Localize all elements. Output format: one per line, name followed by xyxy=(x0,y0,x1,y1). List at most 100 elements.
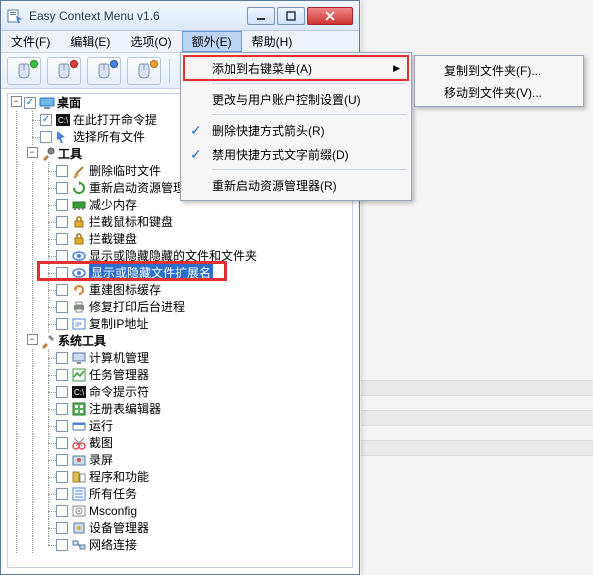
tree-row[interactable]: 网络连接 xyxy=(8,536,352,553)
app-icon xyxy=(7,8,23,24)
tree-checkbox[interactable] xyxy=(56,386,68,398)
tree-item-label: 减少内存 xyxy=(89,196,137,213)
tree-checkbox[interactable] xyxy=(56,420,68,432)
tree-row[interactable]: 注册表编辑器 xyxy=(8,400,352,417)
tree-checkbox[interactable] xyxy=(40,114,52,126)
tree-checkbox[interactable] xyxy=(56,182,68,194)
toolbar-button-3[interactable] xyxy=(87,57,121,85)
tree-row[interactable]: 重建图标缓存 xyxy=(8,281,352,298)
tree-checkbox[interactable] xyxy=(56,454,68,466)
refresh-icon xyxy=(71,282,87,298)
maximize-button[interactable] xyxy=(277,7,305,25)
menu-item[interactable]: 更改与用户账户控制设置(U) xyxy=(184,87,408,111)
toolbar-button-1[interactable] xyxy=(7,57,41,85)
svg-text:C:\: C:\ xyxy=(74,388,85,397)
tree-checkbox[interactable] xyxy=(56,165,68,177)
tree-row[interactable]: − 系统工具 xyxy=(8,332,352,349)
tree-row[interactable]: 拦截键盘 xyxy=(8,230,352,247)
tree-checkbox[interactable] xyxy=(56,318,68,330)
tree-checkbox[interactable] xyxy=(56,471,68,483)
tree-item-label: 桌面 xyxy=(57,94,81,111)
select-icon xyxy=(55,129,71,145)
systools-icon xyxy=(40,333,56,349)
record-icon xyxy=(71,452,87,468)
tree-checkbox[interactable] xyxy=(56,369,68,381)
tree-item-label: 重建图标缓存 xyxy=(89,281,161,298)
tree-row[interactable]: 截图 xyxy=(8,434,352,451)
tree-row[interactable]: 显示或隐藏隐藏的文件和文件夹 xyxy=(8,247,352,264)
tree-expander[interactable]: − xyxy=(11,96,22,107)
tree-item-label: 所有任务 xyxy=(89,485,137,502)
minus-badge-icon xyxy=(70,60,78,68)
tree-checkbox[interactable] xyxy=(56,488,68,500)
menu-item[interactable]: ✓禁用快捷方式文字前缀(D) xyxy=(184,142,408,166)
printer-icon xyxy=(71,299,87,315)
tree-checkbox[interactable] xyxy=(56,522,68,534)
tree-row[interactable]: 运行 xyxy=(8,417,352,434)
tree-expander[interactable]: − xyxy=(27,147,38,158)
tree-checkbox[interactable] xyxy=(56,284,68,296)
tree-row[interactable]: 录屏 xyxy=(8,451,352,468)
menu-额外[interactable]: 额外(E) xyxy=(182,31,242,52)
tree-row[interactable]: 计算机管理 xyxy=(8,349,352,366)
submenu-item[interactable]: 复制到文件夹(F)... xyxy=(418,59,580,81)
tree-row[interactable]: 任务管理器 xyxy=(8,366,352,383)
tree-row[interactable]: Msconfig xyxy=(8,502,352,519)
menubar: 文件(F)编辑(E)选项(O)额外(E)帮助(H) xyxy=(1,31,359,53)
submenu-item[interactable]: 移动到文件夹(V)... xyxy=(418,81,580,103)
tree-row[interactable]: 显示或隐藏文件扩展名 xyxy=(8,264,352,281)
tree-item-label: 录屏 xyxy=(89,451,113,468)
tree-checkbox[interactable] xyxy=(56,403,68,415)
tree-checkbox[interactable] xyxy=(56,539,68,551)
tree-row[interactable]: 程序和功能 xyxy=(8,468,352,485)
menu-separator xyxy=(212,83,406,84)
tree-row[interactable]: 拦截鼠标和键盘 xyxy=(8,213,352,230)
tree-row[interactable]: 设备管理器 xyxy=(8,519,352,536)
tree-item-label: Msconfig xyxy=(89,504,137,518)
tree-checkbox[interactable] xyxy=(56,233,68,245)
tree-row[interactable]: IP复制IP地址 xyxy=(8,315,352,332)
tree-row[interactable]: 修复打印后台进程 xyxy=(8,298,352,315)
menu-帮助[interactable]: 帮助(H) xyxy=(242,31,303,52)
task-icon xyxy=(71,367,87,383)
menu-item[interactable]: 重新启动资源管理器(R) xyxy=(184,173,408,197)
menu-item-label: 更改与用户账户控制设置(U) xyxy=(212,91,361,108)
titlebar: Easy Context Menu v1.6 xyxy=(1,1,359,31)
toolbar-button-4[interactable] xyxy=(127,57,161,85)
restart-icon xyxy=(71,180,87,196)
add-to-context-submenu: 复制到文件夹(F)...移动到文件夹(V)... xyxy=(414,55,584,107)
tree-checkbox[interactable] xyxy=(56,505,68,517)
tree-checkbox[interactable] xyxy=(56,352,68,364)
tree-checkbox[interactable] xyxy=(56,267,68,279)
minimize-button[interactable] xyxy=(247,7,275,25)
tree-item-label: 复制IP地址 xyxy=(89,315,148,332)
tree-checkbox[interactable] xyxy=(24,97,36,109)
tree-checkbox[interactable] xyxy=(40,131,52,143)
devmgr-icon xyxy=(71,520,87,536)
menu-item[interactable]: ✓删除快捷方式箭头(R) xyxy=(184,118,408,142)
tree-item-label: 拦截键盘 xyxy=(89,230,137,247)
close-button[interactable] xyxy=(307,7,353,25)
menu-item-label: 添加到右键菜单(A) xyxy=(212,60,312,77)
tree-checkbox[interactable] xyxy=(56,250,68,262)
tree-checkbox[interactable] xyxy=(56,437,68,449)
tree-expander[interactable]: − xyxy=(27,334,38,345)
toolbar-button-2[interactable] xyxy=(47,57,81,85)
menu-文件[interactable]: 文件(F) xyxy=(1,31,60,52)
tree-item-label: 系统工具 xyxy=(58,332,106,349)
tree-item-label: 注册表编辑器 xyxy=(89,400,161,417)
tree-item-label: 运行 xyxy=(89,417,113,434)
lock-icon xyxy=(71,214,87,230)
tree-checkbox[interactable] xyxy=(56,199,68,211)
tree-row[interactable]: 所有任务 xyxy=(8,485,352,502)
tree-item-label: 设备管理器 xyxy=(89,519,149,536)
menu-选项[interactable]: 选项(O) xyxy=(120,31,181,52)
menu-item[interactable]: 添加到右键菜单(A)▶ xyxy=(184,56,408,80)
tree-checkbox[interactable] xyxy=(56,216,68,228)
tree-item-label: 截图 xyxy=(89,434,113,451)
menu-编辑[interactable]: 编辑(E) xyxy=(60,31,120,52)
clean-badge-icon xyxy=(150,60,158,68)
tree-checkbox[interactable] xyxy=(56,301,68,313)
tree-item-label: 显示或隐藏隐藏的文件和文件夹 xyxy=(89,247,257,264)
tree-row[interactable]: C:\命令提示符 xyxy=(8,383,352,400)
